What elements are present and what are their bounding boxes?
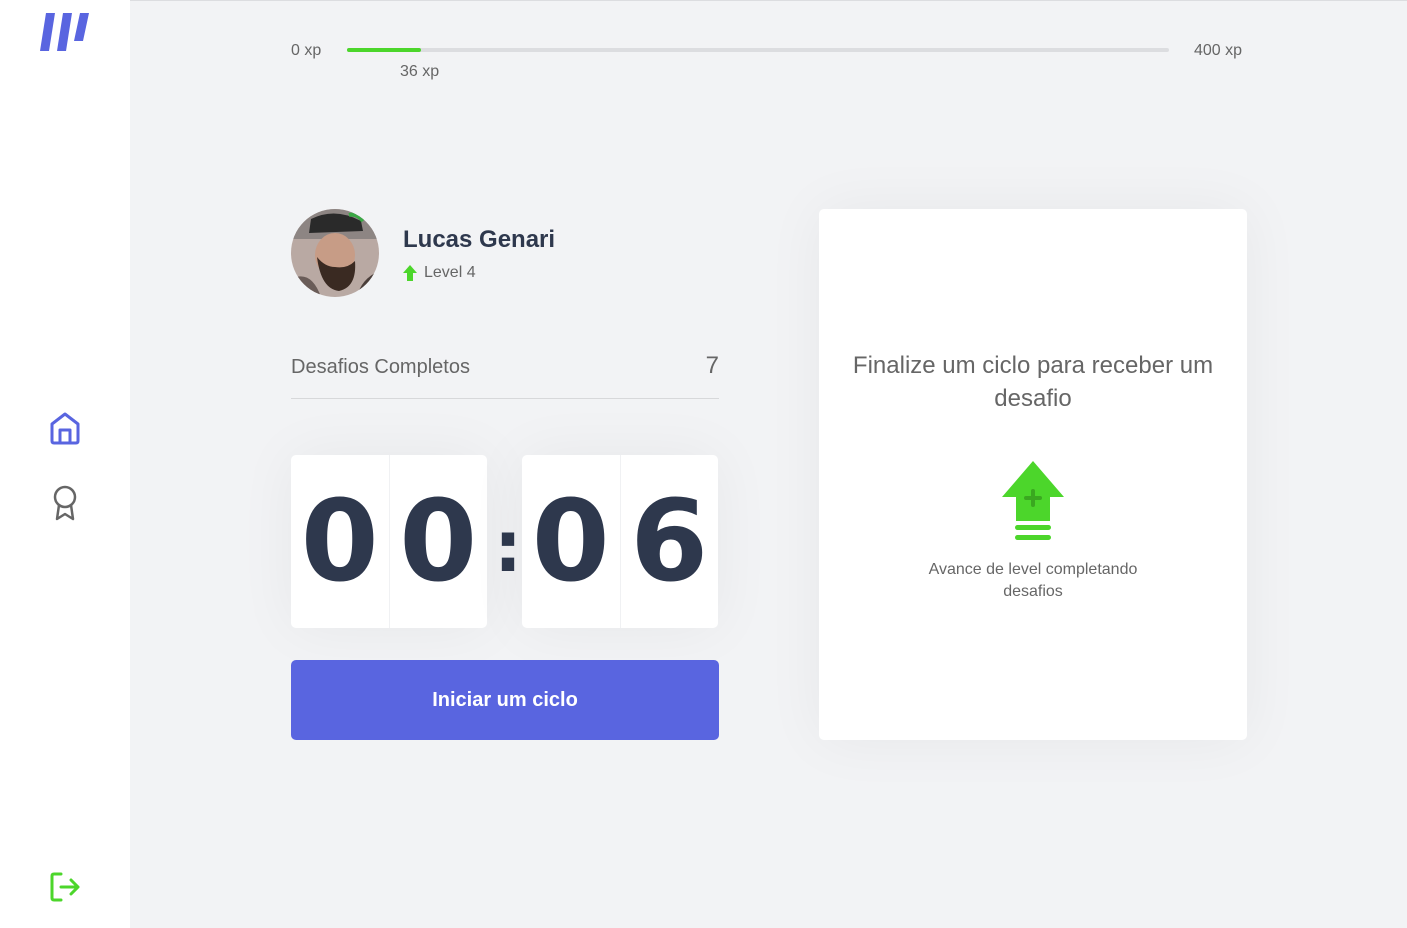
level-indicator: Level 4 — [403, 264, 476, 282]
xp-min-label: 0 xp — [291, 42, 322, 59]
xp-progress-fill — [347, 48, 421, 52]
second-digit-right: 6 — [619, 455, 719, 628]
sidebar — [0, 0, 130, 928]
avatar — [291, 209, 379, 297]
challenge-box-title: Finalize um ciclo para receber um desafi… — [852, 352, 1214, 412]
countdown-minutes: 0 0 — [291, 455, 487, 628]
level-up-icon — [1002, 461, 1064, 540]
challenge-box-text: Avance de level completando desafios — [928, 561, 1138, 600]
logout-button[interactable] — [47, 869, 83, 905]
nav-leaderboard-button[interactable] — [47, 484, 83, 522]
user-name: Lucas Genari — [403, 226, 556, 253]
logout-icon — [50, 872, 80, 902]
countdown-seconds: 0 6 — [522, 455, 718, 628]
second-digit-left: 0 — [531, 476, 610, 607]
completed-challenges: Desafios Completos 7 — [291, 352, 719, 399]
award-icon — [53, 485, 77, 521]
logo-icon — [38, 11, 90, 53]
level-label: Level 4 — [424, 264, 476, 281]
xp-max-label: 400 xp — [1194, 42, 1243, 59]
start-cycle-button[interactable]: Iniciar um ciclo — [291, 660, 719, 740]
minute-digit-right: 0 — [388, 455, 488, 628]
countdown-separator: : — [494, 506, 522, 588]
completed-challenges-label: Desafios Completos — [291, 356, 470, 378]
xp-progress-bar — [347, 48, 1169, 52]
nav-home-button[interactable] — [47, 410, 83, 446]
top-border — [0, 0, 1407, 1]
xp-current-label: 36 xp — [400, 63, 440, 80]
level-up-arrow-icon — [403, 265, 417, 281]
minute-digit-left: 0 — [300, 476, 379, 607]
completed-challenges-count: 7 — [705, 352, 719, 379]
home-icon — [50, 412, 80, 445]
challenge-box: Finalize um ciclo para receber um desafi… — [819, 209, 1247, 740]
